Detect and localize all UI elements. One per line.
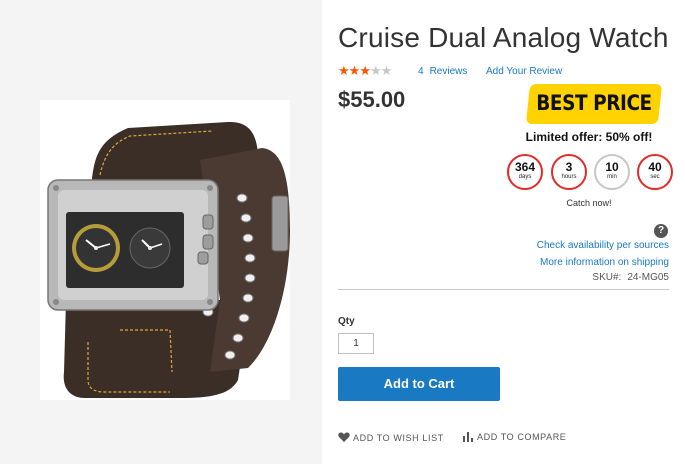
availability-link[interactable]: Check availability per sources [537, 240, 669, 251]
offer-text: Limited offer: 50% off! [525, 130, 653, 144]
question-icon[interactable]: ? [654, 224, 668, 238]
countdown-days: 364 days [507, 154, 543, 190]
product-info: Cruise Dual Analog Watch ★★★★★ 4 Reviews … [338, 0, 685, 464]
countdown-value: 3 [565, 160, 573, 174]
star-icon: ★ [359, 63, 371, 78]
add-to-cart-button[interactable]: Add to Cart [338, 367, 500, 401]
heart-icon [338, 432, 350, 442]
reviews-link[interactable]: 4 Reviews [418, 66, 467, 77]
add-review-link[interactable]: Add Your Review [486, 66, 562, 77]
star-empty-icon: ★ [369, 63, 382, 78]
sku: SKU#: 24-MG05 [592, 272, 669, 283]
product-gallery [0, 0, 322, 464]
compare-icon [463, 432, 473, 442]
countdown-value: 40 [648, 160, 662, 174]
countdown-value: 364 [514, 160, 536, 174]
divider [338, 289, 669, 290]
badge-text: BEST PRICE [536, 91, 652, 115]
best-price-badge: BEST PRICE [525, 84, 663, 124]
add-to-compare-link[interactable]: ADD TO COMPARE [463, 432, 566, 442]
product-title: Cruise Dual Analog Watch [338, 22, 669, 53]
countdown-unit: min [607, 174, 617, 180]
product-image[interactable] [0, 0, 322, 464]
wishlist-label: ADD TO WISH LIST [353, 433, 444, 443]
qty-input[interactable]: 1 [338, 333, 374, 354]
countdown-unit: hours [561, 174, 577, 180]
reviews-count: 4 [418, 66, 424, 77]
rating-stars: ★★★★★ [338, 63, 393, 79]
compare-label: ADD TO COMPARE [477, 432, 567, 442]
countdown-timer: 364 days 3 hours 10 min 40 sec [507, 154, 673, 190]
countdown-value: 10 [605, 160, 619, 174]
countdown-seconds: 40 sec [637, 154, 673, 190]
product-price: $55.00 [338, 87, 406, 112]
star-empty-icon: ★ [380, 63, 393, 78]
catch-now-text: Catch now! [566, 198, 612, 208]
countdown-minutes: 10 min [594, 154, 630, 190]
countdown-unit: days [518, 174, 532, 180]
sku-label: SKU#: [592, 272, 622, 283]
star-icon: ★ [348, 63, 361, 78]
countdown-hours: 3 hours [551, 154, 587, 190]
add-to-wishlist-link[interactable]: ADD TO WISH LIST [338, 432, 444, 443]
countdown-unit: sec [650, 174, 660, 180]
reviews-label: Reviews [429, 66, 468, 77]
qty-label: Qty [338, 316, 355, 327]
star-icon: ★ [338, 63, 350, 78]
shipping-link[interactable]: More information on shipping [540, 257, 669, 268]
sku-value: 24-MG05 [627, 272, 669, 283]
